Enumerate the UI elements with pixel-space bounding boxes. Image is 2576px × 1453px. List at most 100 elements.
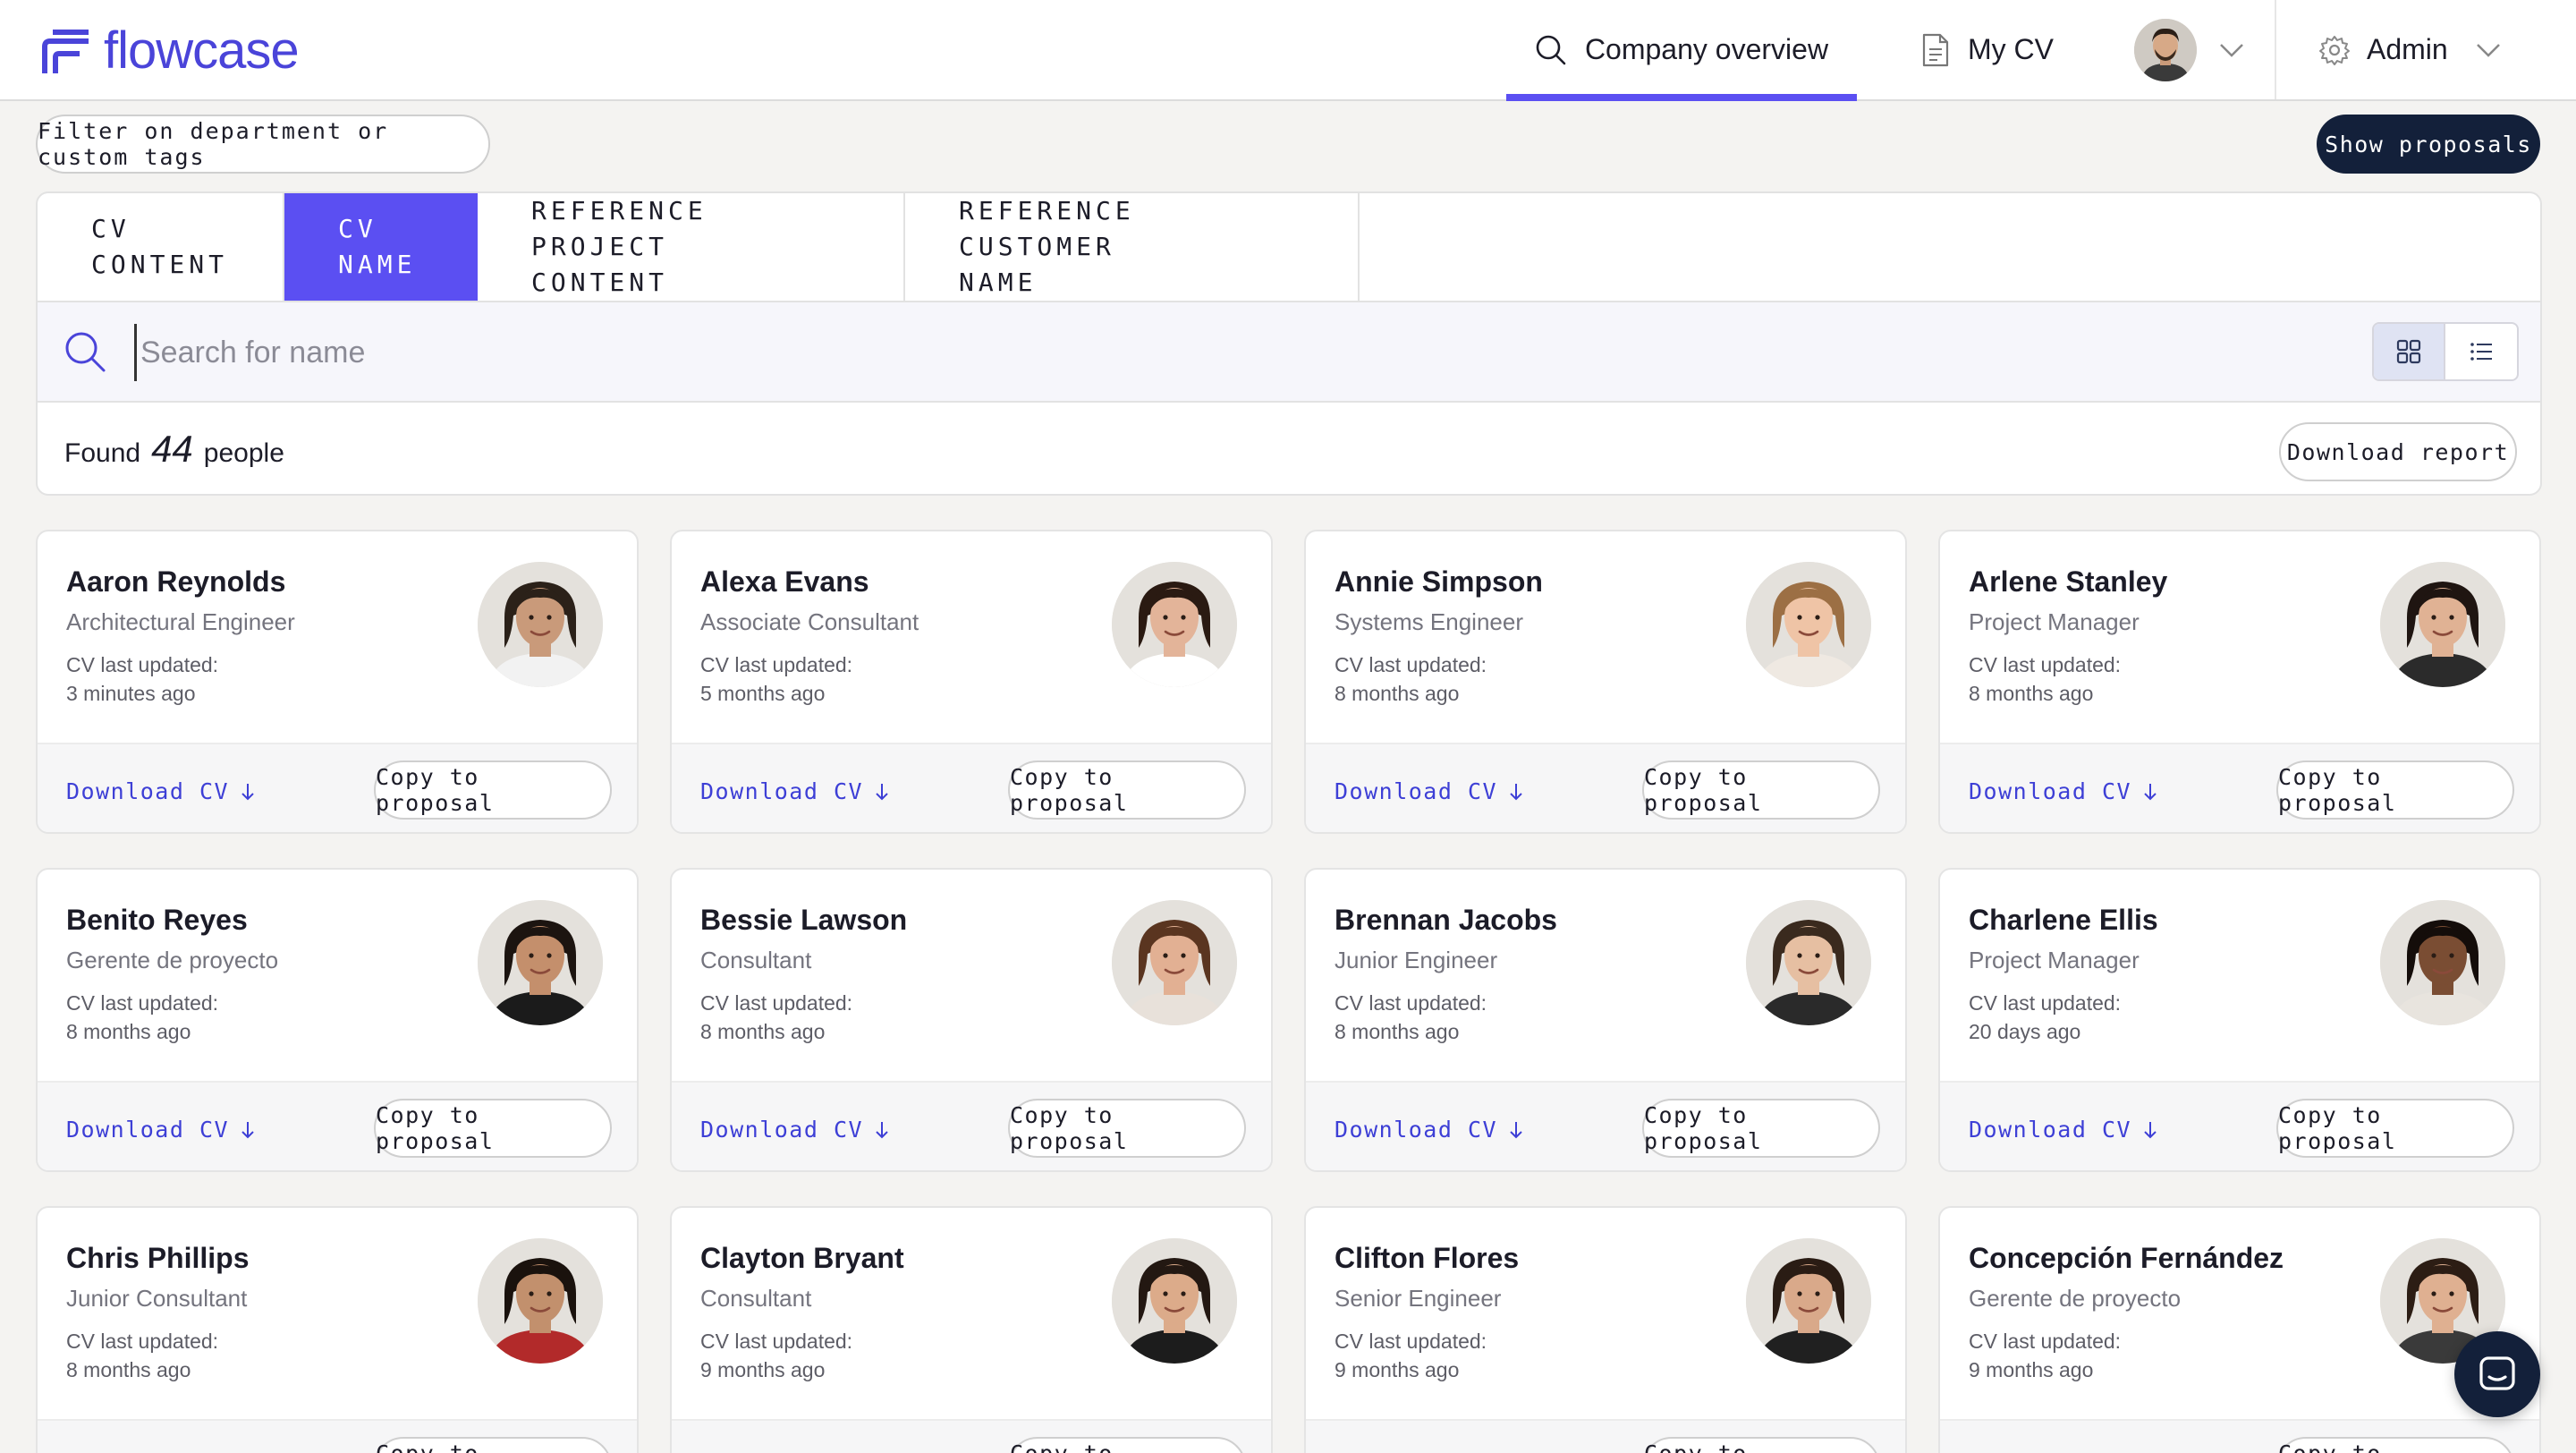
download-cv-link[interactable]: Download CV bbox=[1969, 1117, 2158, 1143]
user-menu[interactable] bbox=[2134, 18, 2245, 82]
tab-label: CONTENT bbox=[91, 250, 229, 279]
person-name[interactable]: Arlene Stanley bbox=[1969, 565, 2167, 599]
tab-reference-customer-name[interactable]: REFERENCE CUSTOMER NAME bbox=[905, 193, 1360, 301]
copy-to-proposal-button[interactable]: Copy to proposal bbox=[374, 1099, 612, 1158]
person-role: Project Manager bbox=[1969, 608, 2140, 635]
copy-to-proposal-button[interactable]: Copy to proposal bbox=[1008, 1099, 1246, 1158]
found-suffix: people bbox=[203, 438, 284, 468]
person-name[interactable]: Benito Reyes bbox=[66, 904, 248, 937]
copy-to-proposal-button[interactable]: Copy to proposal bbox=[1642, 760, 1880, 820]
person-name[interactable]: Bessie Lawson bbox=[700, 904, 907, 937]
person-name[interactable]: Charlene Ellis bbox=[1969, 904, 2158, 937]
avatar bbox=[1112, 900, 1237, 1025]
download-cv-label: Download CV bbox=[700, 1117, 864, 1143]
copy-to-proposal-button[interactable]: Copy to proposal bbox=[1008, 1437, 1246, 1453]
download-cv-link[interactable]: Download CV bbox=[66, 1117, 256, 1143]
admin-label: Admin bbox=[2367, 33, 2448, 65]
nav-my-cv[interactable]: My CV bbox=[1921, 0, 2054, 99]
person-name[interactable]: Clifton Flores bbox=[1335, 1242, 1519, 1275]
tab-reference-project-content[interactable]: REFERENCE PROJECT CONTENT bbox=[478, 193, 905, 301]
person-name[interactable]: Chris Phillips bbox=[66, 1242, 249, 1275]
person-card[interactable]: Charlene Ellis Project Manager CV last u… bbox=[1938, 868, 2541, 1172]
download-cv-label: Download CV bbox=[1969, 778, 2132, 804]
tab-cv-content[interactable]: CV CONTENT bbox=[38, 193, 284, 301]
copy-to-proposal-button[interactable]: Copy to proposal bbox=[1008, 760, 1246, 820]
person-card[interactable]: Annie Simpson Systems Engineer CV last u… bbox=[1304, 530, 1907, 834]
download-cv-link[interactable]: Download CV bbox=[1969, 778, 2158, 804]
copy-to-proposal-button[interactable]: Copy to proposal bbox=[374, 1437, 612, 1453]
copy-to-proposal-button[interactable]: Copy to proposal bbox=[1642, 1437, 1880, 1453]
person-photo-icon bbox=[1112, 1238, 1237, 1364]
list-view-button[interactable] bbox=[2445, 324, 2517, 379]
cv-updated-value: 8 months ago bbox=[1969, 682, 2094, 705]
person-card[interactable]: Arlene Stanley Project Manager CV last u… bbox=[1938, 530, 2541, 834]
avatar bbox=[2380, 900, 2505, 1025]
arrow-down-icon bbox=[2144, 1121, 2157, 1138]
tab-label: CONTENT bbox=[531, 268, 669, 297]
flowcase-logo[interactable]: flowcase bbox=[41, 25, 300, 77]
download-cv-link[interactable]: Download CV bbox=[700, 778, 890, 804]
person-card[interactable]: Benito Reyes Gerente de proyecto CV last… bbox=[36, 868, 639, 1172]
download-cv-label: Download CV bbox=[1335, 778, 1498, 804]
cv-updated-label: CV last updated: bbox=[700, 991, 853, 1015]
grid-view-button[interactable] bbox=[2374, 324, 2446, 379]
person-card[interactable]: Chris Phillips Junior Consultant CV last… bbox=[36, 1206, 639, 1453]
avatar bbox=[478, 562, 603, 687]
avatar bbox=[1746, 562, 1871, 687]
person-card[interactable]: Brennan Jacobs Junior Engineer CV last u… bbox=[1304, 868, 1907, 1172]
person-name[interactable]: Annie Simpson bbox=[1335, 565, 1543, 599]
tab-cv-name[interactable]: CV NAME bbox=[284, 193, 478, 313]
user-avatar-icon bbox=[2134, 19, 2197, 81]
chat-support-button[interactable] bbox=[2454, 1331, 2540, 1417]
copy-to-proposal-button[interactable]: Copy to proposal bbox=[2276, 1099, 2514, 1158]
cv-updated-label: CV last updated: bbox=[1969, 653, 2122, 676]
arrow-down-icon bbox=[876, 1121, 888, 1138]
avatar bbox=[1112, 1238, 1237, 1364]
card-footer: Download CV Copy to proposal bbox=[1306, 743, 1905, 832]
download-cv-link[interactable]: Download CV bbox=[1335, 778, 1524, 804]
person-name[interactable]: Aaron Reynolds bbox=[66, 565, 285, 599]
download-cv-link[interactable]: Download CV bbox=[66, 778, 256, 804]
person-name[interactable]: Concepción Fernández bbox=[1969, 1242, 2284, 1275]
download-report-button[interactable]: Download report bbox=[2279, 422, 2517, 481]
person-name[interactable]: Brennan Jacobs bbox=[1335, 904, 1557, 937]
cv-updated-label: CV last updated: bbox=[66, 1330, 219, 1353]
cv-updated-value: 9 months ago bbox=[700, 1358, 826, 1381]
tab-label: NAME bbox=[959, 268, 1038, 297]
person-card[interactable]: Concepción Fernández Gerente de proyecto… bbox=[1938, 1206, 2541, 1453]
tab-label: CV bbox=[91, 214, 131, 243]
copy-to-proposal-button[interactable]: Copy to proposal bbox=[1642, 1099, 1880, 1158]
cv-updated-value: 8 months ago bbox=[1335, 1020, 1460, 1043]
copy-to-proposal-button[interactable]: Copy to proposal bbox=[374, 760, 612, 820]
person-name[interactable]: Alexa Evans bbox=[700, 565, 869, 599]
search-mode-tabs: CV CONTENT CV NAME REFERENCE PROJECT CON… bbox=[38, 193, 1360, 313]
person-role: Associate Consultant bbox=[700, 608, 919, 635]
flowcase-logo-icon bbox=[42, 30, 89, 73]
person-card[interactable]: Clifton Flores Senior Engineer CV last u… bbox=[1304, 1206, 1907, 1453]
show-proposals-button[interactable]: Show proposals bbox=[2317, 115, 2540, 174]
download-cv-link[interactable]: Download CV bbox=[1335, 1117, 1524, 1143]
person-card[interactable]: Clayton Bryant Consultant CV last update… bbox=[670, 1206, 1273, 1453]
download-cv-label: Download CV bbox=[1335, 1117, 1498, 1143]
nav-company-overview[interactable]: Company overview bbox=[1506, 0, 1857, 101]
filter-department-tags-button[interactable]: Filter on department or custom tags bbox=[36, 115, 490, 174]
person-photo-icon bbox=[1112, 900, 1237, 1025]
person-card[interactable]: Aaron Reynolds Architectural Engineer CV… bbox=[36, 530, 639, 834]
cv-updated-value: 3 minutes ago bbox=[66, 682, 196, 705]
admin-menu[interactable]: Admin bbox=[2318, 0, 2502, 99]
card-footer: Download CV Copy to proposal bbox=[38, 743, 637, 832]
cv-updated-label: CV last updated: bbox=[700, 653, 853, 676]
found-count: 44 bbox=[151, 428, 193, 470]
person-role: Gerente de proyecto bbox=[1969, 1285, 2182, 1312]
person-photo-icon bbox=[478, 1238, 603, 1364]
download-cv-link[interactable]: Download CV bbox=[700, 1117, 890, 1143]
person-name[interactable]: Clayton Bryant bbox=[700, 1242, 904, 1275]
person-card[interactable]: Alexa Evans Associate Consultant CV last… bbox=[670, 530, 1273, 834]
person-role: Junior Engineer bbox=[1335, 947, 1498, 973]
search-bar bbox=[38, 302, 2540, 403]
copy-to-proposal-button[interactable]: Copy to proposal bbox=[2276, 1437, 2514, 1453]
person-card[interactable]: Bessie Lawson Consultant CV last updated… bbox=[670, 868, 1273, 1172]
copy-to-proposal-button[interactable]: Copy to proposal bbox=[2276, 760, 2514, 820]
search-name-input[interactable] bbox=[134, 324, 2352, 381]
card-footer: Download CV Copy to proposal bbox=[672, 743, 1271, 832]
